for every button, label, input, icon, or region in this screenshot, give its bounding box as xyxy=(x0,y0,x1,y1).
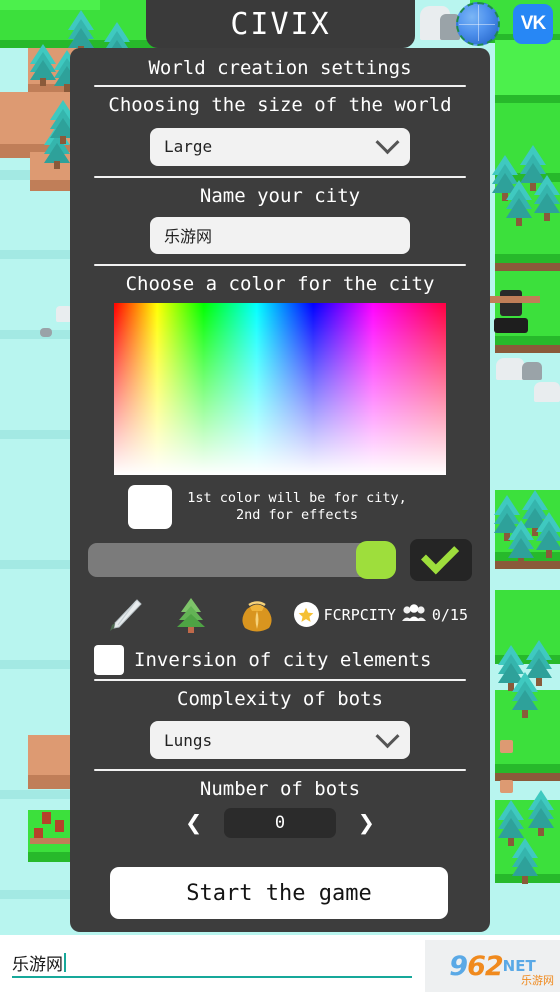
watermark-number: 962 xyxy=(449,950,503,982)
rock xyxy=(522,362,542,380)
chevron-left-icon[interactable]: ❮ xyxy=(185,809,202,837)
color-white-overlay xyxy=(114,302,446,475)
sword-slot[interactable] xyxy=(92,595,158,635)
tree-slot[interactable] xyxy=(158,595,224,635)
checkmark-icon xyxy=(420,536,459,575)
bots-label: Number of bots xyxy=(199,778,361,801)
tree-icon xyxy=(30,44,56,86)
crate xyxy=(500,780,513,793)
city-name-input[interactable]: 乐游网 xyxy=(150,216,410,254)
color-label: Choose a color for the city xyxy=(125,272,435,295)
server-meta: FCRPCITY 0/15 xyxy=(293,602,468,628)
terrain-grass-side xyxy=(495,254,560,263)
tree-icon xyxy=(512,672,538,718)
watermark: 962 NET 乐游网 xyxy=(425,940,560,992)
bottom-text-input[interactable]: 乐游网 xyxy=(12,948,412,978)
chevron-right-icon[interactable]: ❯ xyxy=(358,809,375,837)
tree-icon xyxy=(534,175,560,221)
players-icon xyxy=(401,603,427,627)
tree-icon xyxy=(508,520,534,566)
tree-icon xyxy=(176,597,205,633)
inversion-label: Inversion of city elements xyxy=(134,648,432,671)
complexity-label: Complexity of bots xyxy=(177,687,383,710)
terrain-grass-side xyxy=(495,764,560,773)
watermark-cn: 乐游网 xyxy=(521,974,554,987)
money-bag-icon xyxy=(242,600,272,632)
color-note: 1st color will be for city, 2nd for effe… xyxy=(187,489,407,523)
city-name-value: 乐游网 xyxy=(164,227,213,247)
divider xyxy=(94,84,466,87)
slider-thumb[interactable] xyxy=(356,540,396,579)
bottom-bar: 乐游网 962 NET 乐游网 xyxy=(0,935,560,997)
start-game-button[interactable]: Start the game xyxy=(110,867,448,919)
tree-icon xyxy=(512,838,538,884)
divider xyxy=(94,678,466,681)
globe-icon[interactable] xyxy=(456,2,500,46)
rock xyxy=(534,382,560,402)
money-bag-slot[interactable] xyxy=(224,595,290,635)
crate xyxy=(500,740,513,753)
farm-crop xyxy=(55,820,64,832)
terrain-dirt xyxy=(495,263,560,271)
fence xyxy=(490,296,540,303)
terrain-grass xyxy=(0,0,100,10)
players-count: 0/15 xyxy=(431,605,468,624)
server-name: FCRPCITY xyxy=(323,605,396,624)
terrain-grass-side xyxy=(28,852,74,862)
tree-icon xyxy=(528,790,554,836)
world-size-label: Choosing the size of the world xyxy=(108,93,452,116)
bots-value[interactable]: 0 xyxy=(224,808,336,839)
rock xyxy=(496,358,524,380)
panel-heading: World creation settings xyxy=(148,57,412,79)
world-size-dropdown[interactable]: Large xyxy=(150,127,410,166)
world-creation-panel: World creation settings Choosing the siz… xyxy=(70,48,490,932)
divider xyxy=(94,769,466,772)
star-icon xyxy=(293,602,319,628)
vk-button[interactable]: VK xyxy=(513,4,553,44)
chevron-down-icon xyxy=(375,724,400,749)
rock xyxy=(40,328,52,337)
text-caret xyxy=(64,952,66,972)
bottom-input-value: 乐游网 xyxy=(12,954,63,975)
selected-color-swatch[interactable] xyxy=(128,484,172,529)
app-title-bar: CIVIX xyxy=(146,0,415,48)
world-size-value: Large xyxy=(164,137,213,157)
vk-label: VK xyxy=(520,13,546,34)
complexity-value: Lungs xyxy=(164,730,213,750)
brightness-slider[interactable] xyxy=(88,540,396,579)
divider xyxy=(94,263,466,266)
terrain-grass-side xyxy=(495,95,560,103)
terrain-grass-side xyxy=(495,336,560,345)
divider xyxy=(94,175,466,178)
sword-icon xyxy=(109,598,142,631)
terrain-dirt xyxy=(495,345,560,353)
cow xyxy=(494,318,528,333)
bots-stepper: ❮ 0 ❯ xyxy=(70,808,490,839)
brightness-slider-row xyxy=(70,536,490,581)
app-title: CIVIX xyxy=(230,6,331,42)
complexity-dropdown[interactable]: Lungs xyxy=(150,721,410,760)
player-figure xyxy=(500,290,522,316)
tree-icon xyxy=(536,512,560,558)
confirm-color-button[interactable] xyxy=(410,536,472,581)
fence xyxy=(30,838,70,844)
resource-icon-row: FCRPCITY 0/15 xyxy=(70,593,490,637)
color-picker-field[interactable] xyxy=(114,302,446,475)
farm-crop xyxy=(42,812,51,824)
tree-icon xyxy=(506,180,532,226)
chevron-down-icon xyxy=(375,130,400,155)
color-swatch-row: 1st color will be for city, 2nd for effe… xyxy=(70,484,490,529)
inversion-row[interactable]: Inversion of city elements xyxy=(94,644,466,675)
terrain-grass xyxy=(495,40,560,95)
city-name-label: Name your city xyxy=(199,184,361,207)
inversion-checkbox[interactable] xyxy=(94,644,124,675)
